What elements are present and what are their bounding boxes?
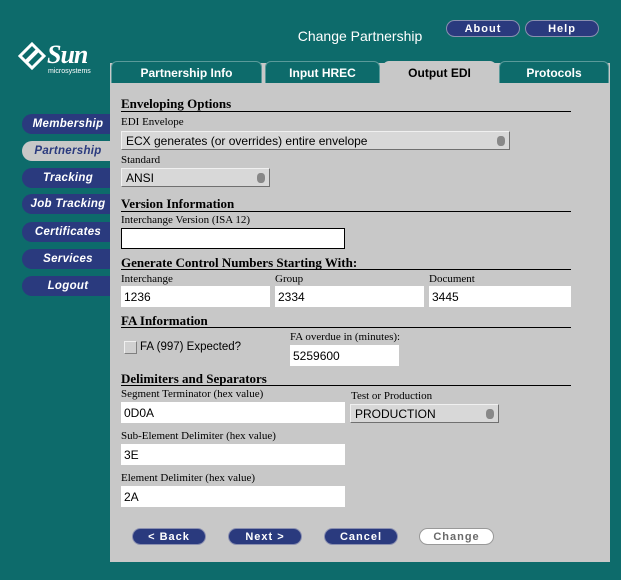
nav-logout[interactable]: Logout bbox=[22, 276, 110, 296]
sun-logo: Sun microsystems bbox=[18, 40, 98, 80]
test-production-value: PRODUCTION bbox=[355, 406, 436, 421]
document-label: Document bbox=[429, 273, 475, 285]
fa-overdue-label: FA overdue in (minutes): bbox=[290, 331, 401, 343]
select-arrow-icon bbox=[257, 172, 265, 183]
test-production-select[interactable]: PRODUCTION bbox=[350, 404, 499, 423]
interchange-label: Interchange bbox=[121, 273, 173, 285]
edi-envelope-label: EDI Envelope bbox=[121, 116, 184, 128]
back-button[interactable]: < Back bbox=[132, 528, 206, 545]
divider bbox=[121, 385, 571, 386]
fa-expected-label: FA (997) Expected? bbox=[140, 341, 242, 353]
segment-terminator-input[interactable] bbox=[121, 402, 345, 423]
interchange-version-input[interactable] bbox=[121, 228, 345, 249]
group-input[interactable] bbox=[275, 286, 424, 307]
segment-terminator-label: Segment Terminator (hex value) bbox=[121, 388, 264, 400]
fa-expected-checkbox[interactable] bbox=[124, 341, 137, 354]
document-input[interactable] bbox=[429, 286, 571, 307]
test-production-label: Test or Production bbox=[351, 390, 433, 402]
nav-tracking[interactable]: Tracking bbox=[22, 168, 110, 188]
about-button[interactable]: About bbox=[446, 20, 520, 37]
element-delimiter-label: Element Delimiter (hex value) bbox=[121, 472, 256, 484]
interchange-version-label: Interchange Version (ISA 12) bbox=[121, 214, 251, 226]
nav-partnership[interactable]: Partnership bbox=[22, 141, 110, 161]
divider bbox=[121, 327, 571, 328]
tab-partnership-info[interactable]: Partnership Info bbox=[111, 61, 262, 83]
edi-envelope-value: ECX generates (or overrides) entire enve… bbox=[126, 133, 368, 148]
tab-output-edi[interactable]: Output EDI bbox=[383, 61, 496, 83]
fa-overdue-input[interactable] bbox=[290, 345, 399, 366]
enveloping-heading: Enveloping Options bbox=[121, 96, 232, 111]
version-heading: Version Information bbox=[121, 196, 235, 211]
logo-text: Sun bbox=[47, 40, 88, 69]
sun-logo-icon bbox=[18, 42, 46, 70]
edi-envelope-select[interactable]: ECX generates (or overrides) entire enve… bbox=[121, 131, 510, 150]
standard-select[interactable]: ANSI bbox=[121, 168, 270, 187]
divider bbox=[121, 111, 571, 112]
divider bbox=[121, 269, 571, 270]
divider bbox=[121, 211, 571, 212]
cancel-button[interactable]: Cancel bbox=[324, 528, 398, 545]
help-button[interactable]: Help bbox=[525, 20, 599, 37]
tab-protocols[interactable]: Protocols bbox=[499, 61, 609, 83]
nav-job-tracking[interactable]: Job Tracking bbox=[22, 194, 110, 214]
change-button[interactable]: Change bbox=[419, 528, 494, 545]
tab-input-hrec[interactable]: Input HREC bbox=[265, 61, 380, 83]
next-button[interactable]: Next > bbox=[228, 528, 302, 545]
standard-value: ANSI bbox=[126, 170, 155, 185]
nav-services[interactable]: Services bbox=[22, 249, 110, 269]
subelement-label: Sub-Element Delimiter (hex value) bbox=[121, 430, 276, 442]
logo-subtext: microsystems bbox=[48, 68, 91, 75]
group-label: Group bbox=[275, 273, 304, 285]
interchange-input[interactable] bbox=[121, 286, 270, 307]
select-arrow-icon bbox=[497, 135, 505, 146]
subelement-input[interactable] bbox=[121, 444, 345, 465]
nav-membership[interactable]: Membership bbox=[22, 114, 110, 134]
select-arrow-icon bbox=[486, 408, 494, 419]
element-delimiter-input[interactable] bbox=[121, 486, 345, 507]
nav-certificates[interactable]: Certificates bbox=[22, 222, 110, 242]
standard-label: Standard bbox=[121, 154, 161, 166]
